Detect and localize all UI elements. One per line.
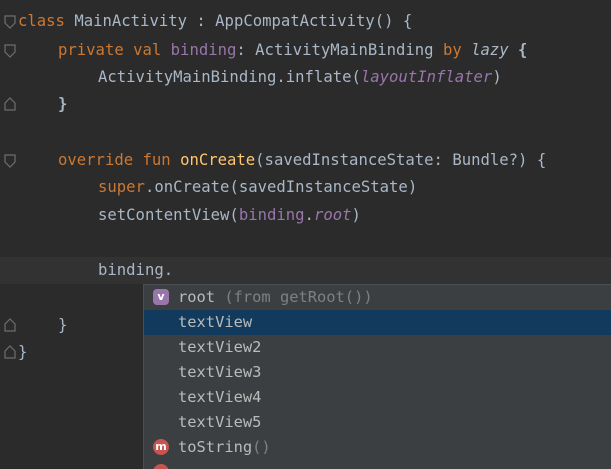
parameters: (savedInstanceState: Bundle?) { <box>255 151 547 169</box>
fold-end-marker-icon[interactable] <box>4 345 16 359</box>
completion-item[interactable]: textView5 <box>144 410 611 435</box>
brace: { <box>508 41 528 59</box>
completion-item[interactable] <box>144 460 611 469</box>
code-line[interactable]: ActivityMainBinding.inflate(layoutInflat… <box>0 64 611 91</box>
argument: layoutInflater <box>360 68 493 86</box>
property-name: root <box>313 206 352 224</box>
paren: ) <box>351 206 361 224</box>
keyword: super <box>98 178 145 196</box>
class-declaration: MainActivity : AppCompatActivity() { <box>64 12 413 30</box>
method-icon <box>153 464 169 469</box>
method-icon: m <box>153 439 169 455</box>
typed-text: binding. <box>98 261 174 279</box>
fold-marker-icon[interactable] <box>4 154 16 168</box>
fold-marker-icon[interactable] <box>4 15 16 29</box>
code-line[interactable]: setContentView(binding.root) <box>0 202 611 229</box>
completion-item[interactable]: v root (from getRoot()) <box>144 285 611 310</box>
property-name: binding <box>238 206 305 224</box>
completion-label: textView4 <box>178 388 262 406</box>
completion-item-selected[interactable]: textView <box>144 310 611 335</box>
completion-item[interactable]: textView4 <box>144 385 611 410</box>
code-editor[interactable]: class MainActivity : AppCompatActivity()… <box>0 0 611 469</box>
function-call: .onCreate(savedInstanceState) <box>144 178 418 196</box>
keyword: private val <box>58 41 162 59</box>
completion-label: textView5 <box>178 413 262 431</box>
current-code-line[interactable]: binding. <box>0 257 611 284</box>
function-name: onCreate <box>180 151 256 169</box>
code-line[interactable]: class MainActivity : AppCompatActivity()… <box>0 8 611 35</box>
code-completion-popup[interactable]: v root (from getRoot()) textView textVie… <box>143 284 611 469</box>
variable-icon: v <box>153 289 169 305</box>
completion-hint: () <box>252 438 271 456</box>
function-call: setContentView( <box>98 206 239 224</box>
keyword: override fun <box>58 151 171 169</box>
completion-label: toString <box>178 438 253 456</box>
fold-end-marker-icon[interactable] <box>4 97 16 111</box>
paren: ) <box>492 68 502 86</box>
completion-item[interactable]: textView2 <box>144 335 611 360</box>
keyword: by <box>442 41 462 59</box>
code-line[interactable]: } <box>0 91 611 118</box>
closing-brace: } <box>18 343 28 361</box>
completion-label: root <box>178 288 216 306</box>
closing-brace: } <box>58 316 68 334</box>
keyword: class <box>18 12 65 30</box>
code-line[interactable]: super.onCreate(savedInstanceState) <box>0 174 611 201</box>
completion-label: textView3 <box>178 363 262 381</box>
lazy-function: lazy <box>471 41 509 59</box>
code-line[interactable]: override fun onCreate(savedInstanceState… <box>0 147 611 174</box>
function-call: ActivityMainBinding.inflate( <box>98 68 361 86</box>
type-annotation: : ActivityMainBinding <box>236 41 434 59</box>
completion-label: textView2 <box>178 338 262 356</box>
property-name: binding <box>170 41 237 59</box>
completion-item[interactable]: textView3 <box>144 360 611 385</box>
completion-item[interactable]: m toString() <box>144 435 611 460</box>
completion-hint: (from getRoot()) <box>215 288 373 306</box>
dot: . <box>304 206 314 224</box>
fold-end-marker-icon[interactable] <box>4 318 16 332</box>
completion-label: textView <box>178 313 253 331</box>
code-line[interactable]: private val binding: ActivityMainBinding… <box>0 37 611 64</box>
closing-brace: } <box>58 95 68 113</box>
fold-marker-icon[interactable] <box>4 44 16 58</box>
